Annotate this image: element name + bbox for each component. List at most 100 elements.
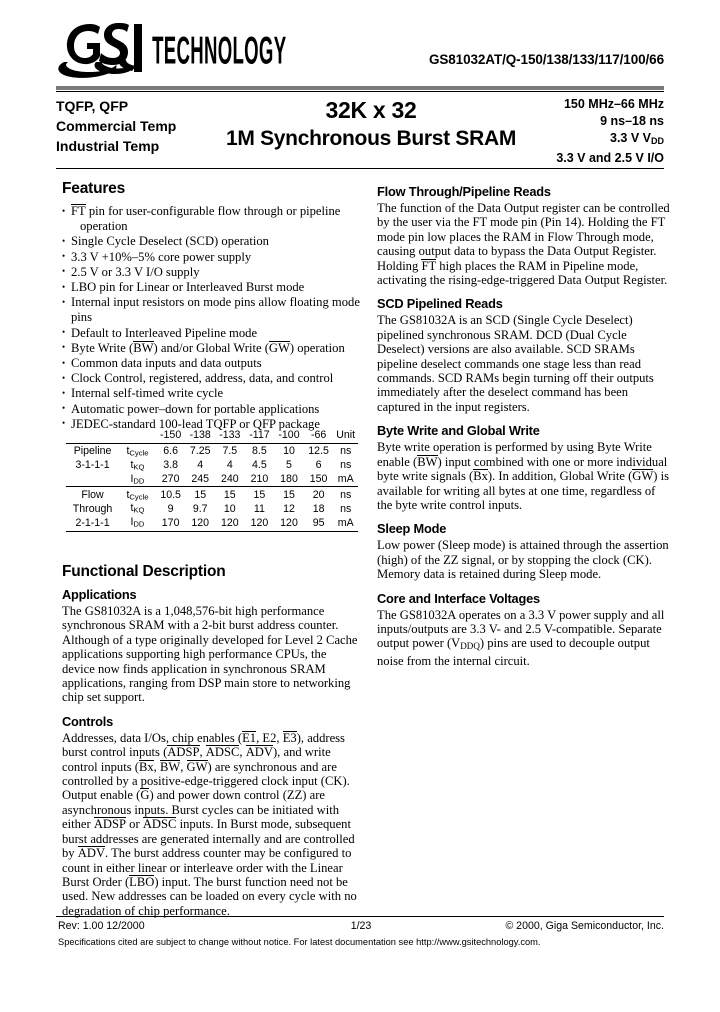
features-heading: Features [62, 180, 126, 197]
cell-unit: mA [333, 515, 358, 532]
disclaimer-text: Specifications cited are subject to chan… [58, 937, 541, 947]
cell-value: 120 [274, 515, 304, 532]
applications-text: The GS81032A is a 1,048,576-bit high per… [62, 604, 358, 705]
applications-heading: Applications [62, 587, 137, 602]
title-band-rule [56, 168, 664, 169]
bw-signal-overline: BW [417, 454, 438, 469]
functional-description-section: Functional Description Applications The … [62, 563, 362, 920]
parameter-label: IDD [130, 472, 145, 486]
controls-heading: Controls [62, 713, 114, 729]
page-header: TECHNOLOGY GS81032AT/Q-150/138/133/117/1… [56, 18, 664, 88]
group-label: Flow [66, 486, 120, 502]
bx-signal-overline: Bx [138, 759, 154, 774]
core-voltages-text: The GS81032A operates on a 3.3 V power s… [377, 607, 665, 668]
feature-item: LBO pin for Linear or Interleaved Burst … [62, 280, 362, 295]
ft-signal-overline: FT [421, 258, 437, 273]
cell-value: 9 [167, 502, 174, 515]
table-row: Flow tCycle 10.5 15 15 15 15 20 ns [66, 486, 358, 502]
parameter-label: tKQ [130, 458, 145, 472]
group-label: 2-1-1-1 [66, 515, 120, 532]
scd-text: The GS81032A is an SCD (Single Cycle Des… [377, 313, 654, 414]
feature-item: Common data inputs and data outputs [62, 356, 362, 371]
flow-through-text: The function of the Data Output register… [377, 201, 670, 288]
cell-unit: ns [340, 502, 352, 515]
cell-value: 4.5 [252, 459, 267, 472]
controls-text: Addresses, data I/Os, chip enables (E1, … [62, 730, 357, 918]
cell-value: 120 [244, 515, 275, 532]
cell-value: 11 [253, 502, 265, 515]
group-label: 3-1-1-1 [75, 459, 110, 472]
cell-value: 120 [185, 515, 216, 532]
bw-signal-overline: BW [159, 759, 181, 774]
e1-signal-overline: E1 [242, 730, 257, 745]
byte-write-text: Byte write operation is performed by usi… [377, 440, 670, 512]
group-label: Pipeline [66, 442, 120, 459]
cell-value: 12.5 [303, 442, 334, 459]
cell-value: 20 [303, 486, 334, 502]
speed-grade-header: -133 [219, 428, 241, 441]
core-voltage-text: 3.3 V V [610, 131, 651, 145]
datasheet-page: TECHNOLOGY GS81032AT/Q-150/138/133/117/1… [0, 0, 720, 1012]
cell-value: 7.25 [185, 442, 216, 459]
features-list: FT pin for user-configurable flow throug… [62, 203, 362, 432]
footer-rule [56, 916, 664, 917]
cell-value: 15 [244, 486, 275, 502]
access-time-range: 9 ns–18 ns [600, 114, 664, 128]
cell-value: 120 [215, 515, 245, 532]
feature-item: Clock Control, registered, address, data… [62, 371, 362, 386]
unit-header: Unit [336, 428, 356, 441]
logo-wordmark: TECHNOLOGY [152, 29, 286, 72]
table-row: Through tKQ 9 9.7 10 11 12 18 ns [66, 502, 358, 516]
parameter-label: tCycle [119, 442, 156, 459]
io-voltage: 3.3 V and 2.5 V I/O [556, 150, 664, 165]
vddq-subscript: DDQ [460, 641, 480, 652]
flow-through-heading: Flow Through/Pipeline Reads [377, 184, 551, 199]
feature-item: Internal input resistors on mode pins al… [62, 295, 362, 325]
table-row: Pipeline tCycle 6.6 7.25 7.5 8.5 10 12.5… [66, 442, 358, 459]
feature-text: pin for user-configurable flow through o… [85, 204, 341, 218]
cell-value: 180 [280, 473, 298, 486]
cell-value: 4 [197, 459, 204, 472]
functional-description-heading: Functional Description [62, 563, 226, 580]
package-type: TQFP, QFP [56, 98, 129, 114]
bx-signal-overline: Bx [473, 469, 488, 484]
feature-item: Automatic power–down for portable applic… [62, 401, 362, 417]
table-header-row: -150 -138 -133 -117 -100 -66 Unit [66, 428, 358, 443]
cell-value: 15 [274, 486, 304, 502]
commercial-temp: Commercial Temp [56, 118, 177, 134]
right-column: Flow Through/Pipeline Reads The function… [377, 180, 672, 670]
feature-item: Internal self-timed write cycle [62, 386, 362, 401]
cell-unit: mA [337, 473, 354, 486]
scd-heading: SCD Pipelined Reads [377, 296, 503, 312]
speed-grade-header: -100 [278, 428, 300, 441]
adv-signal-overline: ADV [245, 745, 273, 760]
core-voltages-heading: Core and Interface Voltages [377, 590, 540, 606]
cell-value: 210 [250, 473, 269, 486]
lbo-signal-overline: LBO [129, 874, 155, 889]
cell-value: 5 [286, 459, 292, 472]
cell-value: 9.7 [192, 502, 208, 515]
feature-text: Byte Write ( [71, 340, 134, 355]
cell-value: 7.5 [215, 442, 245, 459]
table-row: 2-1-1-1 IDD 170 120 120 120 120 95 mA [66, 515, 358, 532]
sleep-mode-heading: Sleep Mode [377, 521, 447, 537]
cell-value: 15 [185, 486, 216, 502]
package-temp-info: TQFP, QFP Commercial Temp Industrial Tem… [56, 96, 176, 156]
feature-item: 2.5 V or 3.3 V I/O supply [62, 264, 362, 280]
byte-write-heading: Byte Write and Global Write [377, 423, 540, 439]
group-label [66, 472, 119, 486]
industrial-temp: Industrial Temp [56, 138, 160, 154]
bw-signal-overline: BW [133, 340, 154, 355]
cell-value: 6.6 [155, 442, 186, 459]
organization: 32K x 32 [325, 97, 417, 123]
table-corner-blank [66, 428, 119, 443]
adsc-signal-overline: ADSC [205, 745, 240, 760]
cell-unit: ns [340, 459, 352, 472]
frequency-range: 150 MHz–66 MHz [563, 97, 664, 111]
adv-signal-overline-2: ADV [77, 846, 106, 861]
core-voltage: 3.3 V VDD [556, 130, 664, 150]
e3-signal-overline: E3 [282, 730, 297, 745]
timing-specification-table: -150 -138 -133 -117 -100 -66 Unit Pipeli… [66, 428, 358, 532]
cell-value: 3.8 [163, 459, 178, 472]
speed-grade-header: -138 [189, 428, 211, 441]
